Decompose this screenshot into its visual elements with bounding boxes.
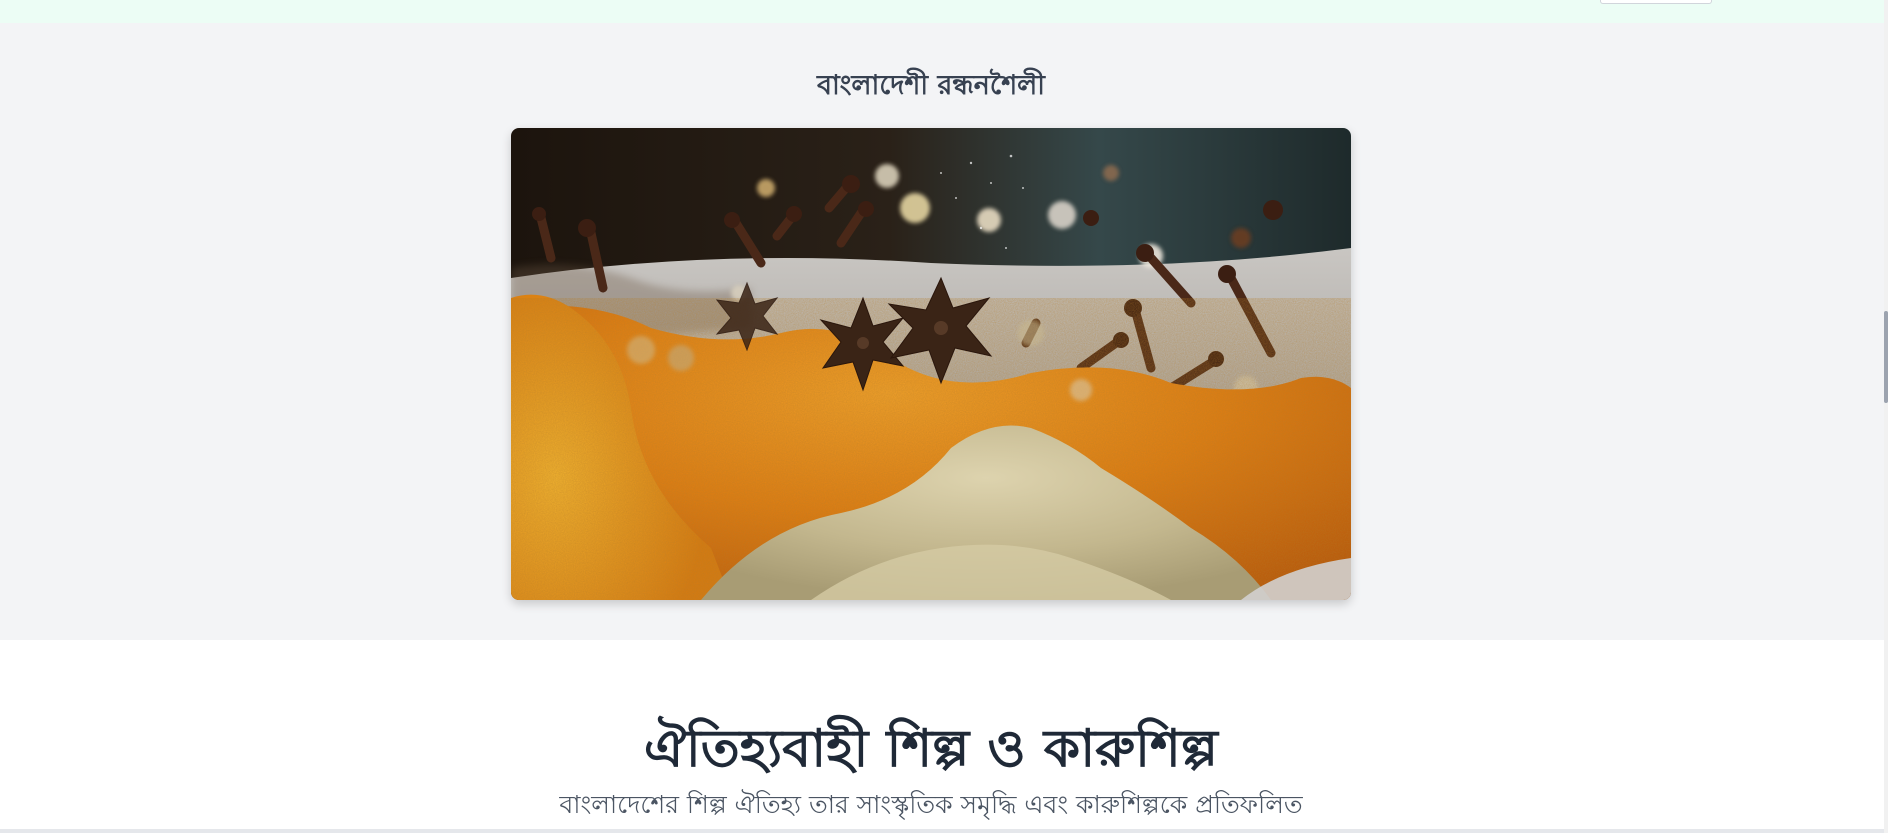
page-scrollbar[interactable]: [1884, 0, 1888, 833]
crafts-section: ঐতিহ্যবাহী শিল্প ও কারুশিল্প বাংলাদেশের …: [0, 640, 1884, 833]
bottom-border: [0, 829, 1884, 833]
crafts-section-description: বাংলাদেশের শিল্প ঐতিহ্য তার সাংস্কৃতিক স…: [559, 790, 1303, 819]
navbar-control[interactable]: [1600, 0, 1712, 4]
top-navbar: [0, 0, 1884, 24]
crafts-section-title: ঐতিহ্যবাহী শিল্প ও কারুশিল্প: [644, 719, 1218, 779]
scrollbar-thumb[interactable]: [1884, 311, 1888, 403]
page: বাংলাদেশী রন্ধনশৈলী ঐতিহ্যবাহী শিল্প ও ক…: [0, 0, 1888, 833]
cuisine-section: বাংলাদেশী রন্ধনশৈলী: [0, 23, 1884, 640]
cuisine-section-title: বাংলাদেশী রন্ধনশৈলী: [816, 70, 1046, 101]
spices-photo: [511, 128, 1351, 600]
